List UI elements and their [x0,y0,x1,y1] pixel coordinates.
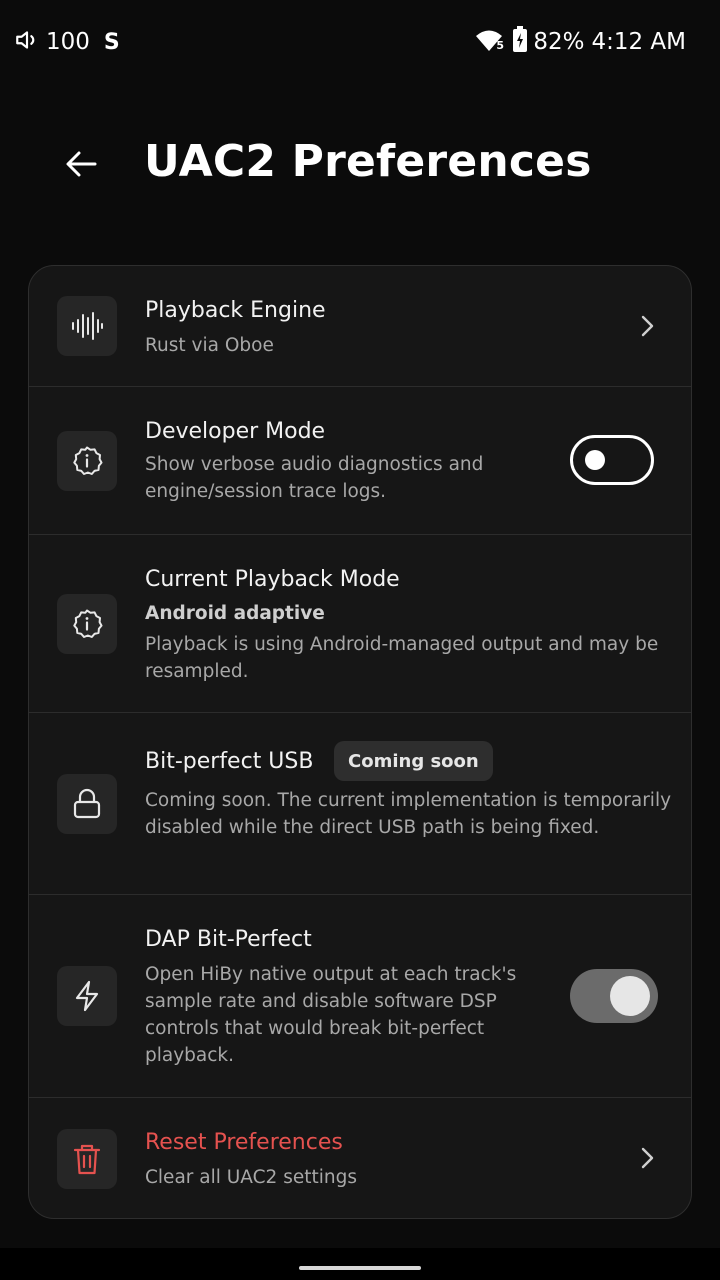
playback-engine-row[interactable]: Playback Engine Rust via Oboe [29,266,691,387]
current-playback-mode-title: Current Playback Mode [145,567,400,592]
playback-engine-title: Playback Engine [145,298,326,323]
info-icon [57,594,117,654]
wifi-generation-label: 5 [496,39,504,52]
developer-mode-toggle[interactable] [570,435,654,485]
bit-perfect-usb-row: Bit-perfect USB Coming soon Coming soon.… [29,713,691,895]
app-notification-icon: S [103,29,120,55]
bolt-icon [57,966,117,1026]
current-playback-mode-row: Current Playback Mode Android adaptive P… [29,535,691,713]
bit-perfect-usb-title: Bit-perfect USB [145,749,314,774]
status-bar: 100 S 5 82% 4:12 AM [0,0,720,84]
toggle-knob [610,976,650,1016]
app-header: UAC2 Preferences [0,120,720,210]
trash-icon [57,1129,117,1189]
clock: 4:12 AM [591,29,686,55]
navigation-bar [0,1248,720,1280]
back-button[interactable] [58,144,104,184]
dap-bit-perfect-toggle[interactable] [570,969,658,1023]
bit-perfect-usb-description: Coming soon. The current implementation … [145,790,672,838]
page-title: UAC2 Preferences [144,136,592,187]
playback-engine-value: Rust via Oboe [145,335,274,356]
battery-percent: 82% [533,29,585,55]
wifi-icon: 5 [475,29,507,55]
developer-mode-row[interactable]: Developer Mode Show verbose audio diagno… [29,387,691,535]
dap-bit-perfect-row[interactable]: DAP Bit-Perfect Open HiBy native output … [29,895,691,1098]
arrow-left-icon [66,151,97,177]
battery-icon [513,26,528,58]
info-icon [57,431,117,491]
status-left: 100 S [14,28,120,56]
developer-mode-title: Developer Mode [145,419,326,444]
dap-bit-perfect-description: Open HiBy native output at each track's … [145,964,517,1066]
reset-preferences-row[interactable]: Reset Preferences Clear all UAC2 setting… [29,1098,691,1218]
volume-icon [14,27,40,57]
status-right: 5 82% 4:12 AM [475,26,686,58]
chevron-right-icon [635,1146,659,1170]
volume-level: 100 [46,29,90,55]
current-playback-mode-description: Playback is using Android-managed output… [145,634,659,682]
reset-preferences-description: Clear all UAC2 settings [145,1167,357,1188]
chevron-right-icon [635,314,659,338]
dap-bit-perfect-title: DAP Bit-Perfect [145,927,312,952]
home-gesture-handle[interactable] [299,1266,421,1270]
reset-preferences-title: Reset Preferences [145,1130,343,1155]
waveform-icon [57,296,117,356]
toggle-knob [585,450,605,470]
developer-mode-description: Show verbose audio diagnostics and engin… [145,454,484,502]
lock-icon [57,774,117,834]
settings-card: Playback Engine Rust via Oboe Developer … [28,265,692,1219]
coming-soon-badge: Coming soon [334,741,493,781]
current-playback-mode-value: Android adaptive [145,603,325,624]
